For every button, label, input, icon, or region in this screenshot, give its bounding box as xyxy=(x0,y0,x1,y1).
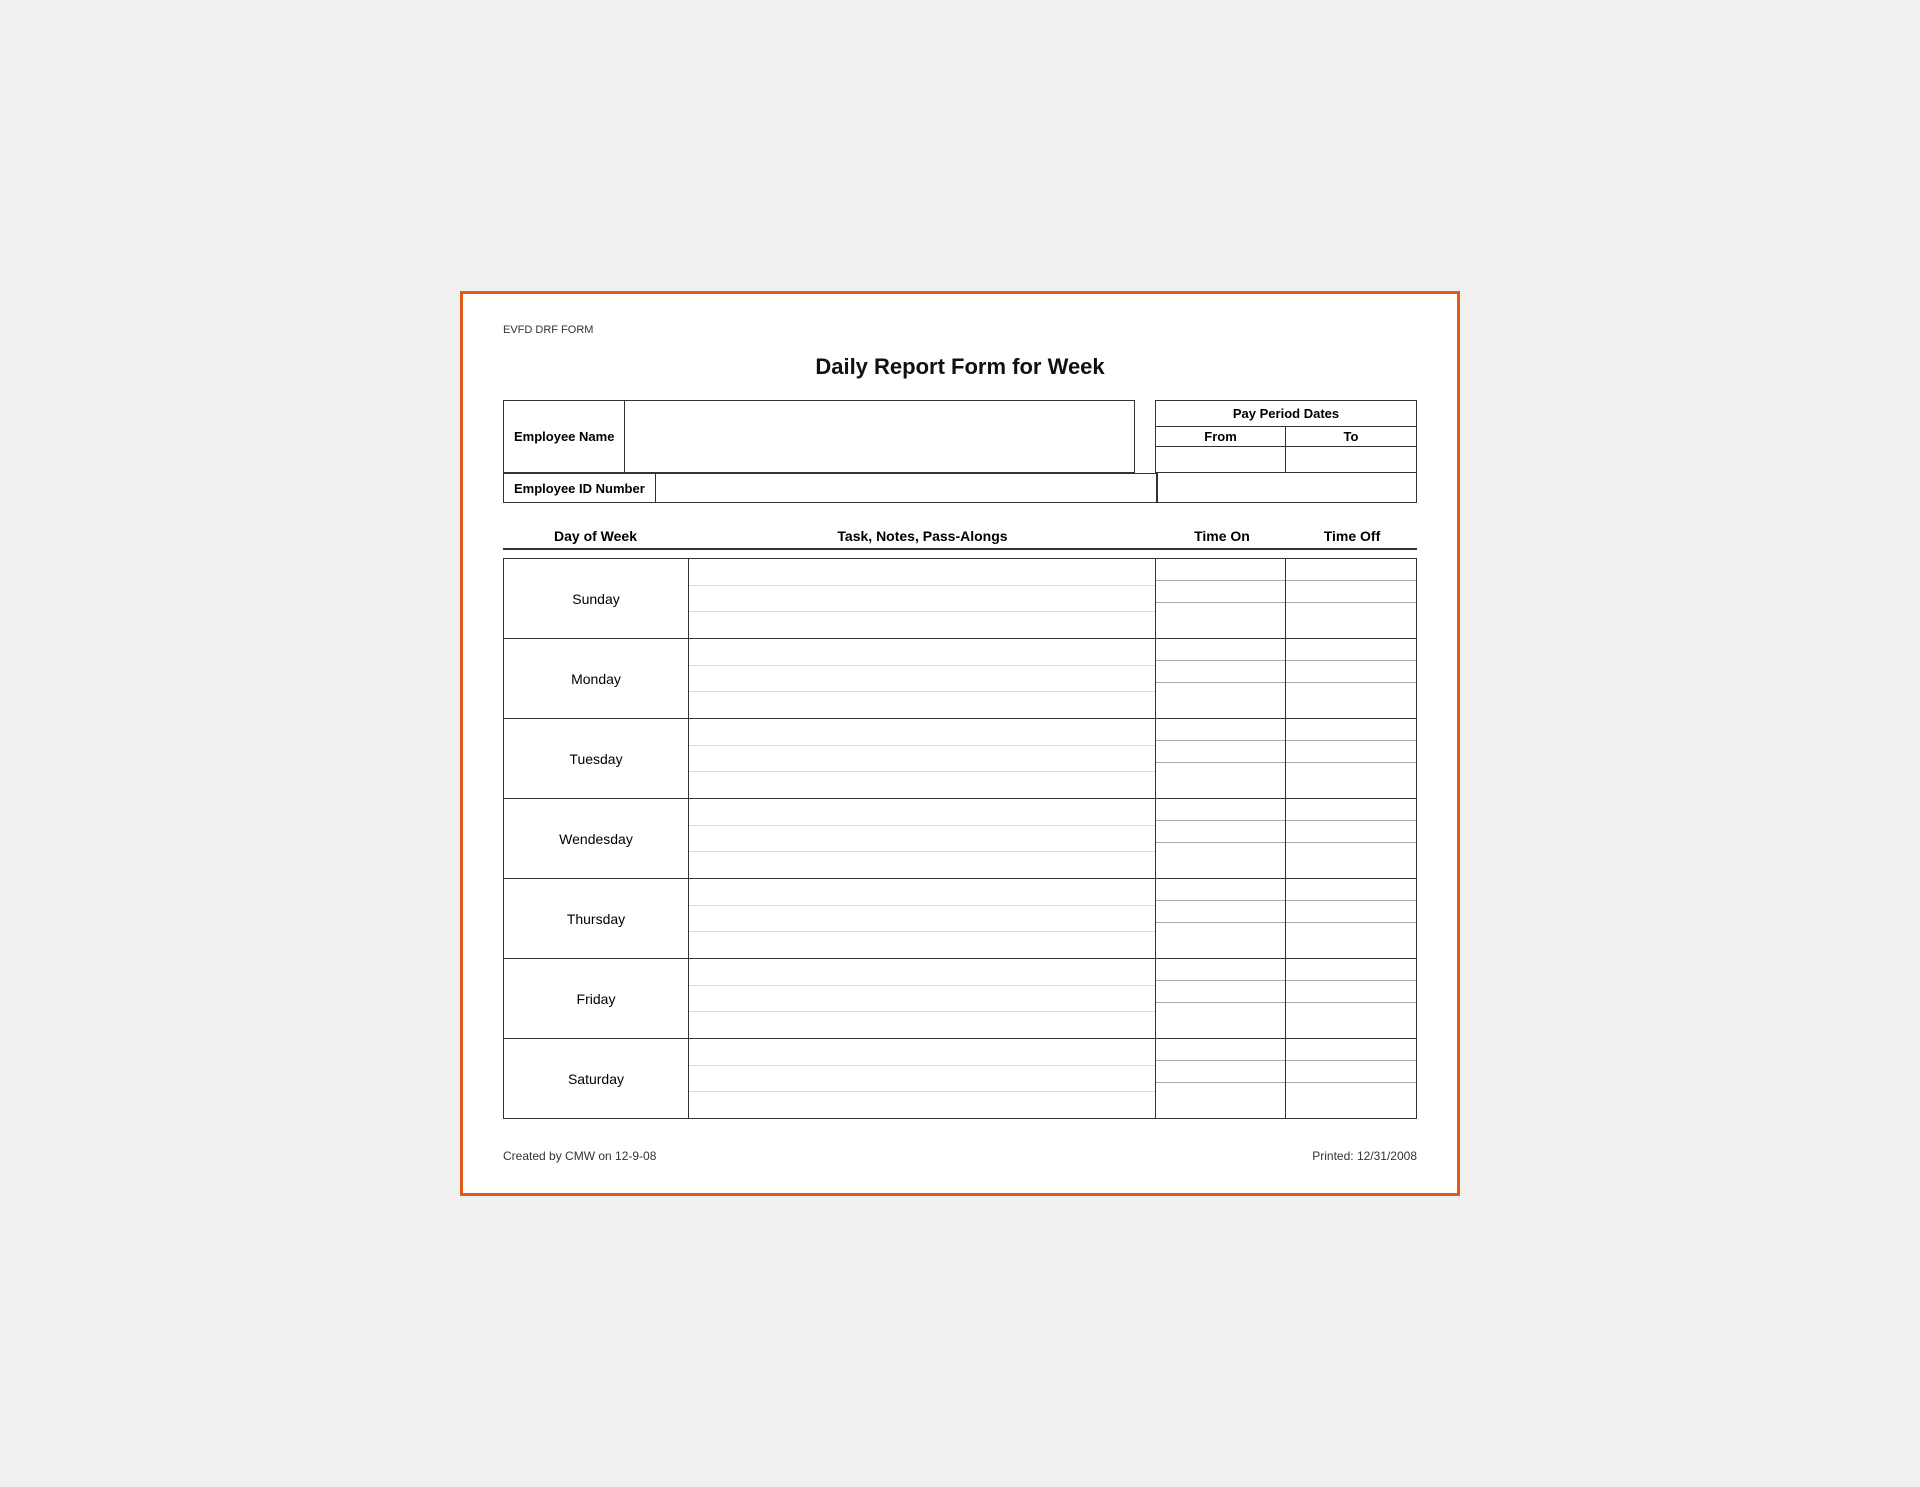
time-on-saturday[interactable] xyxy=(1156,1039,1286,1118)
pay-period-from-col: From xyxy=(1156,427,1286,472)
time-off-thursday[interactable] xyxy=(1286,879,1416,958)
header-row2: Employee ID Number xyxy=(503,473,1417,503)
pay-period-to-input[interactable] xyxy=(1286,447,1416,472)
employee-name-input[interactable] xyxy=(625,400,1135,473)
col-header-tasks: Task, Notes, Pass-Alongs xyxy=(688,528,1157,544)
time-off-tuesday[interactable] xyxy=(1286,719,1416,798)
col-header-day: Day of Week xyxy=(503,528,688,544)
tasks-sunday[interactable] xyxy=(689,559,1156,638)
time-off-monday[interactable] xyxy=(1286,639,1416,718)
employee-id-input[interactable] xyxy=(656,473,1157,503)
table-row: Friday xyxy=(504,959,1416,1039)
schedule-table: Sunday Monday xyxy=(503,558,1417,1119)
time-on-monday[interactable] xyxy=(1156,639,1286,718)
table-row: Sunday xyxy=(504,559,1416,639)
day-wednesday: Wendesday xyxy=(504,799,689,878)
column-headers: Day of Week Task, Notes, Pass-Alongs Tim… xyxy=(503,528,1417,550)
day-monday: Monday xyxy=(504,639,689,718)
tasks-friday[interactable] xyxy=(689,959,1156,1038)
time-on-wednesday[interactable] xyxy=(1156,799,1286,878)
time-on-thursday[interactable] xyxy=(1156,879,1286,958)
time-off-friday[interactable] xyxy=(1286,959,1416,1038)
time-on-sunday[interactable] xyxy=(1156,559,1286,638)
col-header-timeoff: Time Off xyxy=(1287,528,1417,544)
footer-created: Created by CMW on 12-9-08 xyxy=(503,1149,656,1163)
tasks-thursday[interactable] xyxy=(689,879,1156,958)
time-on-friday[interactable] xyxy=(1156,959,1286,1038)
pay-period-from-input[interactable] xyxy=(1156,447,1285,472)
pay-period-from-label: From xyxy=(1156,427,1285,447)
pay-period-section: Pay Period Dates From To xyxy=(1155,400,1417,473)
tasks-tuesday[interactable] xyxy=(689,719,1156,798)
time-off-saturday[interactable] xyxy=(1286,1039,1416,1118)
time-off-wednesday[interactable] xyxy=(1286,799,1416,878)
employee-name-label: Employee Name xyxy=(503,400,625,473)
pay-period-to-label: To xyxy=(1286,427,1416,447)
day-friday: Friday xyxy=(504,959,689,1038)
page-wrapper: EVFD DRF FORM Daily Report Form for Week… xyxy=(460,291,1460,1196)
day-saturday: Saturday xyxy=(504,1039,689,1118)
pay-period-empty xyxy=(1157,473,1417,503)
pay-period-title: Pay Period Dates xyxy=(1156,401,1416,427)
pay-period-dates: From To xyxy=(1156,427,1416,472)
day-tuesday: Tuesday xyxy=(504,719,689,798)
table-row: Wendesday xyxy=(504,799,1416,879)
day-sunday: Sunday xyxy=(504,559,689,638)
header-row1: Employee Name Pay Period Dates From To xyxy=(503,400,1417,473)
tasks-saturday[interactable] xyxy=(689,1039,1156,1118)
footer-printed: Printed: 12/31/2008 xyxy=(1312,1149,1417,1163)
table-row: Thursday xyxy=(504,879,1416,959)
tasks-monday[interactable] xyxy=(689,639,1156,718)
pay-period-to-col: To xyxy=(1286,427,1416,472)
time-on-tuesday[interactable] xyxy=(1156,719,1286,798)
table-row: Tuesday xyxy=(504,719,1416,799)
employee-id-label: Employee ID Number xyxy=(503,473,656,503)
footer: Created by CMW on 12-9-08 Printed: 12/31… xyxy=(503,1149,1417,1163)
form-label: EVFD DRF FORM xyxy=(503,324,1417,336)
col-header-timeon: Time On xyxy=(1157,528,1287,544)
tasks-wednesday[interactable] xyxy=(689,799,1156,878)
table-row: Monday xyxy=(504,639,1416,719)
time-off-sunday[interactable] xyxy=(1286,559,1416,638)
table-row: Saturday xyxy=(504,1039,1416,1119)
day-thursday: Thursday xyxy=(504,879,689,958)
page-title: Daily Report Form for Week xyxy=(503,354,1417,380)
